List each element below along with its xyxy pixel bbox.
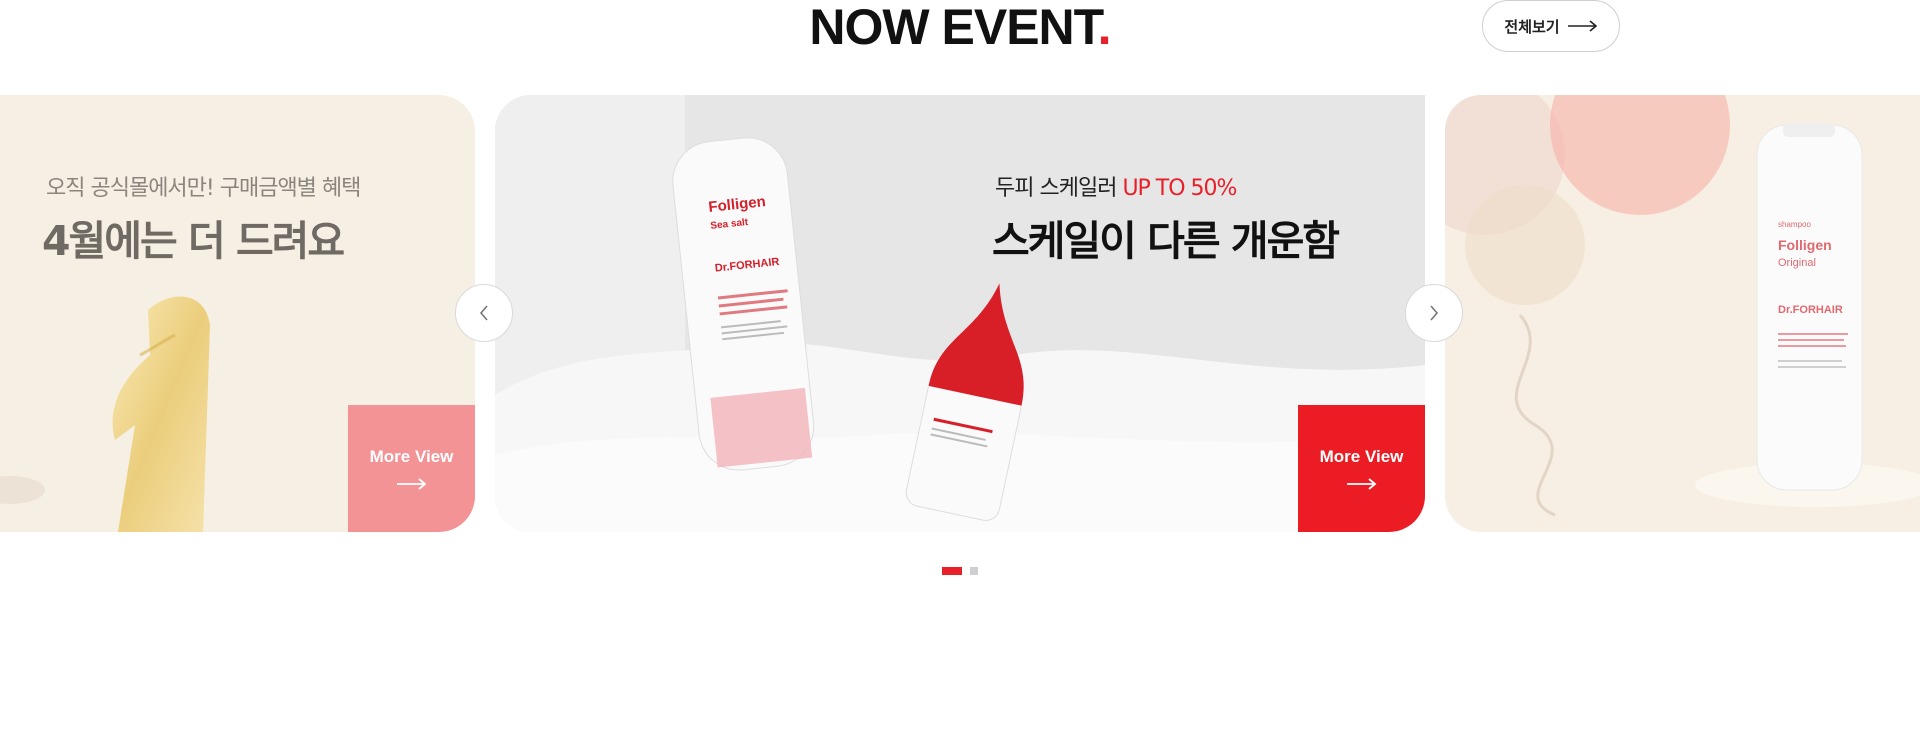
carousel-next-button[interactable] <box>1405 284 1463 342</box>
section-title: NOW EVENT. <box>0 0 1920 54</box>
view-all-button[interactable]: 전체보기 <box>1482 0 1620 52</box>
more-view-button[interactable]: More View <box>1298 405 1425 532</box>
long-arrow-right-icon <box>1567 20 1597 32</box>
chevron-left-icon <box>479 305 488 321</box>
slide-subtitle: 오직 공식몰에서만! 구매금액별 혜택 <box>46 176 361 201</box>
view-all-label: 전체보기 <box>1504 17 1560 36</box>
event-slide-active[interactable]: Folligen Sea salt Dr.FORHAIR 두피 스케일러 UP T… <box>495 95 1425 532</box>
section-header: NOW EVENT. 전체보기 <box>0 0 1920 60</box>
scalp-scaler-product-image: Folligen Sea salt Dr.FORHAIR <box>495 95 1425 532</box>
slide-subtitle-text: 두피 스케일러 <box>995 176 1117 201</box>
pagination-dot-active[interactable] <box>942 567 962 575</box>
slide-headline: 스케일이 다른 개운함 <box>992 217 1340 265</box>
more-view-label: More View <box>1319 446 1404 466</box>
long-arrow-right-icon <box>1346 477 1376 490</box>
pagination-dot[interactable] <box>970 567 978 575</box>
section-title-text: NOW EVENT <box>809 0 1098 55</box>
event-slide-next[interactable]: shampoo Folligen Original Dr.FORHAIR <box>1445 95 1920 532</box>
slide-dim-overlay <box>1445 95 1920 532</box>
carousel-prev-button[interactable] <box>455 284 513 342</box>
slide-subtitle: 두피 스케일러 UP TO 50% <box>995 170 1237 202</box>
carousel-pagination <box>0 567 1920 575</box>
section-title-dot: . <box>1097 0 1112 55</box>
more-view-label: More View <box>369 446 454 466</box>
slide-subtitle-accent: UP TO 50% <box>1122 176 1237 201</box>
long-arrow-right-icon <box>396 477 426 490</box>
slide-headline: 4월에는 더 드려요 <box>42 217 345 265</box>
more-view-button[interactable]: More View <box>348 405 475 532</box>
event-slide-prev[interactable]: 오직 공식몰에서만! 구매금액별 혜택 4월에는 더 드려요 More View <box>0 95 475 532</box>
chevron-right-icon <box>1430 305 1439 321</box>
